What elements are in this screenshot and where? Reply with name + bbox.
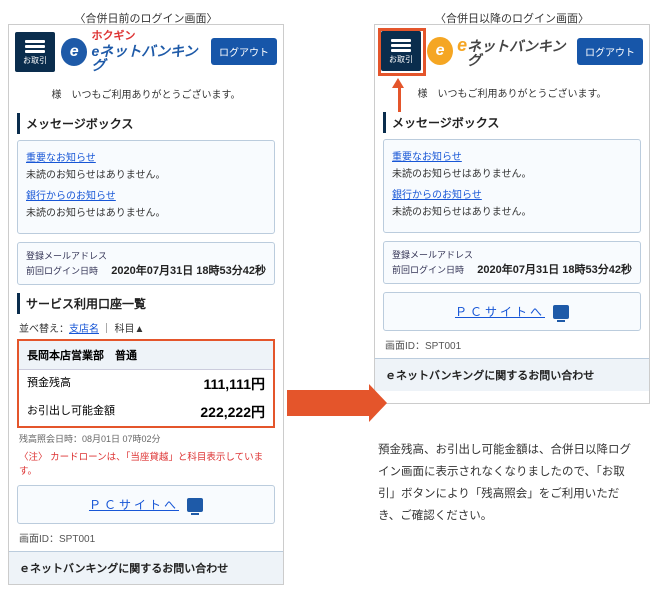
withdrawable-value: 222,222円: [200, 402, 265, 422]
withdrawable-label: お引出し可能金額: [27, 402, 115, 422]
section-messagebox-title: メッセージボックス: [383, 112, 641, 133]
bank-notice-link[interactable]: 銀行からのお知らせ: [392, 190, 482, 201]
section-messagebox-title: メッセージボックス: [17, 113, 275, 134]
logo: e eネットバンキング: [427, 36, 571, 67]
important-notice-link[interactable]: 重要なお知らせ: [392, 152, 462, 163]
greeting-text: 様 いつもご利用ありがとうございます。: [9, 78, 283, 109]
logo-brand: ホクギン: [91, 31, 205, 42]
screen-id-label: 画面ID：: [19, 534, 59, 545]
screen-id-value: SPT001: [59, 534, 95, 545]
messagebox: 重要なお知らせ 未読のお知らせはありません。 銀行からのお知らせ 未読のお知らせ…: [383, 139, 641, 233]
meta-lastlogin-label: 前回ログイン日時: [26, 264, 98, 277]
account-head: 長岡本店営業部 普通: [19, 341, 273, 370]
callout-frame-menu: [378, 28, 426, 76]
logo-badge-icon: e: [61, 38, 87, 66]
meta-mail-label: 登録メールアドレス: [26, 249, 107, 262]
logout-button[interactable]: ログアウト: [211, 38, 277, 65]
login-meta: 登録メールアドレス 前回ログイン日時 2020年07月31日 18時53分42秒: [383, 241, 641, 284]
monitor-icon: [553, 305, 569, 319]
meta-timestamp: 2020年07月31日 18時53分42秒: [111, 262, 266, 278]
section-accounts-title: サービス利用口座一覧: [17, 293, 275, 314]
phone-after: お取引 e eネットバンキング ログアウト 様 いつもご利用ありがとうございます…: [374, 24, 650, 404]
bank-notice-link[interactable]: 銀行からのお知らせ: [26, 191, 116, 202]
messagebox: 重要なお知らせ 未読のお知らせはありません。 銀行からのお知らせ 未読のお知らせ…: [17, 140, 275, 234]
sort-controls: 並べ替え：支店名 ｜ 科目▲: [19, 320, 273, 335]
greeting-text: 様 いつもご利用ありがとうございます。: [375, 77, 649, 108]
bank-notice-text: 未読のお知らせはありません。: [26, 204, 266, 219]
pc-site-label: ＰＣサイトへ: [89, 496, 179, 513]
logo: e ホクギン eネットバンキング: [61, 31, 205, 72]
connector-arrow-icon: [287, 390, 373, 416]
screen-id: 画面ID：SPT001: [385, 337, 639, 352]
screen-id-value: SPT001: [425, 341, 461, 352]
sort-prefix: 並べ替え：: [19, 324, 69, 335]
note-tag: 〈注〉: [19, 452, 48, 463]
explanation-text: 預金残高、お引出し可能金額は、合併日以降ログイン画面に表示されなくなりましたので…: [378, 440, 638, 527]
cardloan-note: 〈注〉 カードローンは、「当座貸越」と科目表示しています。: [19, 449, 273, 477]
contact-footer[interactable]: ｅネットバンキングに関するお問い合わせ: [9, 551, 283, 584]
meta-timestamp: 2020年07月31日 18時53分42秒: [477, 261, 632, 277]
meta-lastlogin-label: 前回ログイン日時: [392, 263, 464, 276]
monitor-icon: [187, 498, 203, 512]
screen-id-label: 画面ID：: [385, 341, 425, 352]
account-card: 長岡本店営業部 普通 預金残高 111,111円 お引出し可能金額 222,22…: [17, 339, 275, 428]
balance-label: 預金残高: [27, 374, 71, 394]
logo-service: eネットバンキング: [457, 36, 571, 67]
contact-footer[interactable]: ｅネットバンキングに関するお問い合わせ: [375, 358, 649, 391]
logo-e: e: [457, 36, 467, 54]
login-meta: 登録メールアドレス 前回ログイン日時 2020年07月31日 18時53分42秒: [17, 242, 275, 285]
note-body: カードローンは、「当座貸越」と科目表示しています。: [19, 452, 263, 477]
sort-by-branch-link[interactable]: 支店名: [69, 324, 99, 335]
important-notice-text: 未読のお知らせはありません。: [26, 166, 266, 181]
arrow-up-icon: [396, 78, 404, 112]
logout-button[interactable]: ログアウト: [577, 38, 643, 65]
meta-mail-label: 登録メールアドレス: [392, 248, 473, 261]
pc-site-button[interactable]: ＰＣサイトへ: [383, 292, 641, 331]
pc-site-label: ＰＣサイトへ: [455, 303, 545, 320]
important-notice-link[interactable]: 重要なお知らせ: [26, 153, 96, 164]
balance-value: 111,111円: [203, 374, 265, 394]
logo-service-text: ネットバンキング: [467, 39, 571, 67]
sort-by-item[interactable]: ｜ 科目▲: [99, 324, 144, 335]
logo-service: eネットバンキング: [91, 44, 205, 72]
logo-badge-icon: e: [427, 37, 453, 65]
menu-label: お取引: [23, 55, 47, 66]
pc-site-button[interactable]: ＰＣサイトへ: [17, 485, 275, 524]
app-header: お取引 e ホクギン eネットバンキング ログアウト: [9, 25, 283, 78]
screen-id: 画面ID：SPT001: [19, 530, 273, 545]
transactions-menu-button[interactable]: お取引: [15, 32, 55, 72]
phone-before: お取引 e ホクギン eネットバンキング ログアウト 様 いつもご利用ありがとう…: [8, 24, 284, 585]
important-notice-text: 未読のお知らせはありません。: [392, 165, 632, 180]
balance-asof: 残高照会日時：08月01日 07時02分: [19, 432, 273, 445]
bank-notice-text: 未読のお知らせはありません。: [392, 203, 632, 218]
